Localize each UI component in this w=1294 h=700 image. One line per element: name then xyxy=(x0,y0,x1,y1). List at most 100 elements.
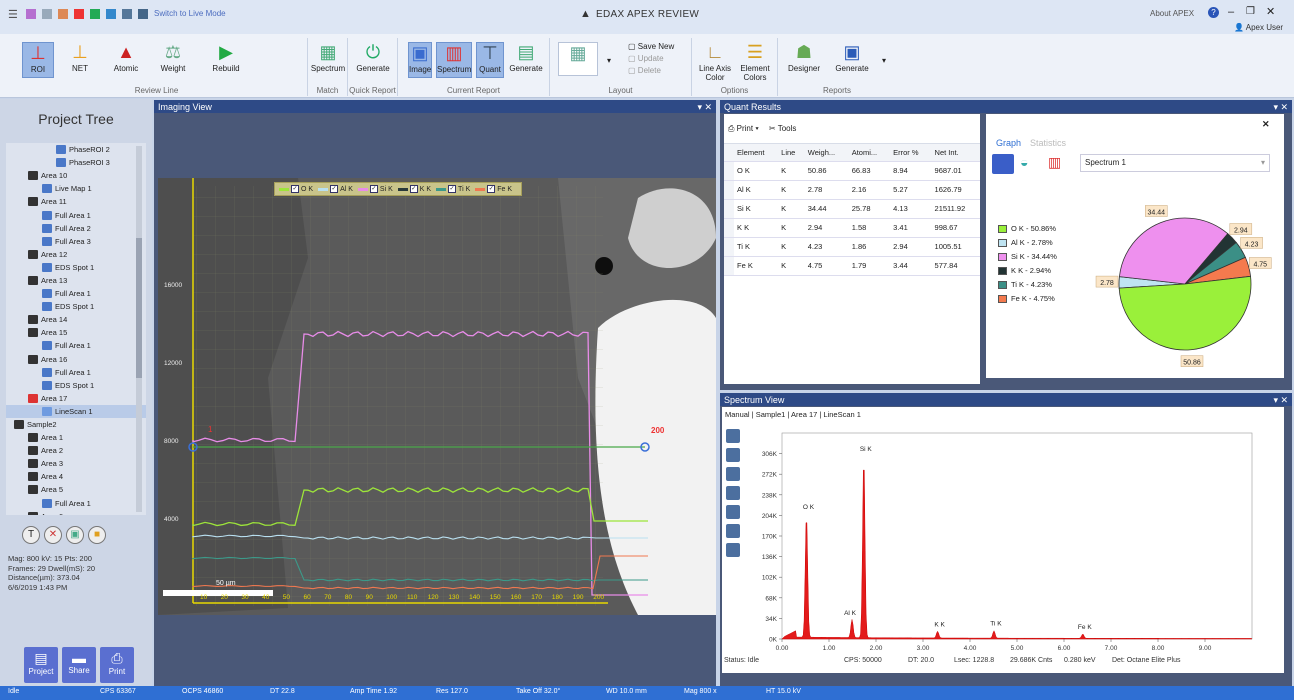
user-label[interactable]: 👤 Apex User xyxy=(1234,23,1283,32)
reports-generate-button[interactable]: ▣ Generate xyxy=(830,42,874,73)
column-header[interactable]: Error % xyxy=(890,144,932,162)
qat-settings-icon[interactable] xyxy=(42,9,52,19)
update-button[interactable]: ▢ Update xyxy=(628,54,664,63)
tree-item[interactable]: Live Map 1 xyxy=(6,182,146,195)
tree-item[interactable]: Full Area 2 xyxy=(6,222,146,235)
tree-item[interactable]: Area 5 xyxy=(6,483,146,496)
spectrum-match-button[interactable]: ▦ Spectrum xyxy=(310,42,346,73)
overlay-icon[interactable] xyxy=(726,505,740,519)
tree-item[interactable]: Area 11 xyxy=(6,195,146,208)
menu-icon[interactable]: ☰ xyxy=(8,8,18,21)
row-selector[interactable] xyxy=(724,237,734,257)
tree-item[interactable]: Area 12 xyxy=(6,248,146,261)
tree-item[interactable]: Area 6 xyxy=(6,510,146,515)
table-row[interactable]: Fe K K 4.75 1.79 3.44 577.84 xyxy=(724,256,980,276)
print-nav-button[interactable]: ⎙ Print xyxy=(100,647,134,683)
column-header[interactable]: Element xyxy=(734,144,779,162)
tree-item[interactable]: EDS Spot 1 xyxy=(6,261,146,274)
qat-chart-icon[interactable] xyxy=(58,9,68,19)
linescan-legend-item[interactable]: ✓ Fe K xyxy=(475,185,512,193)
graph-tab[interactable]: Graph xyxy=(996,138,1021,148)
checkbox-checked-icon[interactable]: ✓ xyxy=(330,185,339,193)
row-selector[interactable] xyxy=(724,180,734,200)
save-new-button[interactable]: ▢ Save New xyxy=(628,42,674,51)
share-button[interactable]: ▬ Share xyxy=(62,647,96,683)
table-icon[interactable] xyxy=(726,543,740,557)
tree-item[interactable]: Area 13 xyxy=(6,274,146,287)
tree-scrollbar[interactable] xyxy=(136,146,142,512)
tree-item[interactable]: Area 3 xyxy=(6,457,146,470)
graph-close-icon[interactable]: ✕ xyxy=(1262,119,1270,130)
quant-report-button[interactable]: ⊤ Quant xyxy=(476,42,504,78)
reports-dropdown-icon[interactable]: ▾ xyxy=(878,56,890,65)
checkbox-checked-icon[interactable]: ✓ xyxy=(291,185,299,193)
checkbox-checked-icon[interactable]: ✓ xyxy=(448,185,457,193)
column-header[interactable]: Net Int. xyxy=(931,144,980,162)
spectrum-select[interactable]: Spectrum 1 ▾ xyxy=(1080,154,1270,172)
quick-generate-button[interactable]: ⏻ Generate xyxy=(354,42,392,73)
table-row[interactable]: K K K 2.94 1.58 3.41 998.67 xyxy=(724,218,980,238)
linescan-legend-item[interactable]: ✓ K K xyxy=(397,185,431,193)
project-button[interactable]: ▤ Project xyxy=(24,647,58,683)
tree-item[interactable]: Full Area 1 xyxy=(6,366,146,379)
qat-marker-icon[interactable] xyxy=(74,9,84,19)
qat-grid-icon[interactable] xyxy=(122,9,132,19)
tree-item[interactable]: Area 16 xyxy=(6,353,146,366)
grid-toggle-icon[interactable] xyxy=(726,467,740,481)
row-selector[interactable] xyxy=(724,161,734,181)
table-row[interactable]: Si K K 34.44 25.78 4.13 21511.92 xyxy=(724,199,980,219)
tree-item[interactable]: Full Area 1 xyxy=(6,339,146,352)
peak-id-icon[interactable] xyxy=(726,486,740,500)
weight-button[interactable]: ⚖ Weight xyxy=(152,42,194,73)
bar-chart-icon[interactable]: ▥ xyxy=(1048,154,1070,174)
image-report-button[interactable]: ▣ Image xyxy=(408,42,432,78)
tree-item[interactable]: Area 1 xyxy=(6,431,146,444)
checkbox-checked-icon[interactable]: ✓ xyxy=(409,185,418,193)
linescan-legend-item[interactable]: ✓ Al K xyxy=(318,185,353,193)
restore-button[interactable]: ❐ xyxy=(1246,6,1255,17)
table-row[interactable]: Ti K K 4.23 1.86 2.94 1005.51 xyxy=(724,237,980,257)
sem-image[interactable]: 1 200 50 µm 16000 12000 8000 4000 10 20 30 40 5… xyxy=(158,178,716,615)
tree-item[interactable]: Full Area 1 xyxy=(6,287,146,300)
help-icon[interactable]: ? xyxy=(1208,7,1219,18)
tree-item[interactable]: PhaseROI 3 xyxy=(6,156,146,169)
close-button[interactable]: ✕ xyxy=(1266,5,1275,18)
tree-item[interactable]: Area 14 xyxy=(6,313,146,326)
spectrum-report-button[interactable]: ▥ Spectrum xyxy=(436,42,472,78)
switch-live-mode-link[interactable]: Switch to Live Mode xyxy=(154,9,226,18)
pie-chart-icon[interactable] xyxy=(992,154,1014,174)
minimize-button[interactable]: – xyxy=(1228,6,1234,18)
tree-item[interactable]: Area 17 xyxy=(6,392,146,405)
tree-item[interactable]: EDS Spot 1 xyxy=(6,300,146,313)
spectrum-pin-icon[interactable]: ▾ ✕ xyxy=(1273,395,1288,406)
folder-tool-icon[interactable]: ■ xyxy=(88,526,106,544)
tree-item[interactable]: Full Area 3 xyxy=(6,235,146,248)
linescan-legend-item[interactable]: ✓ Ti K xyxy=(436,185,470,193)
tree-item[interactable]: Area 15 xyxy=(6,326,146,339)
tree-item[interactable]: PhaseROI 2 xyxy=(6,143,146,156)
roi-button[interactable]: ⊥ ROI xyxy=(22,42,54,78)
checkbox-checked-icon[interactable]: ✓ xyxy=(369,185,378,193)
quant-pin-icon[interactable]: ▾ ✕ xyxy=(1273,102,1288,113)
net-button[interactable]: ⊥ NET xyxy=(64,42,96,73)
tree-scrollbar-thumb[interactable] xyxy=(136,238,142,378)
panel-pin-icon[interactable]: ▾ ✕ xyxy=(697,102,712,113)
tree-item[interactable]: EDS Spot 1 xyxy=(6,379,146,392)
delete-button[interactable]: ▢ Delete xyxy=(628,66,661,75)
tree-item[interactable]: Area 4 xyxy=(6,470,146,483)
column-header[interactable]: Atomi... xyxy=(848,144,891,162)
linescan-legend-item[interactable]: ✓ O K xyxy=(279,185,313,193)
table-row[interactable]: Al K K 2.78 2.16 5.27 1626.79 xyxy=(724,180,980,200)
delete-tool-icon[interactable]: ✕ xyxy=(44,526,62,544)
tree-item[interactable]: Sample2 xyxy=(6,418,146,431)
column-header[interactable]: Line xyxy=(778,144,805,162)
checkbox-checked-icon[interactable]: ✓ xyxy=(487,185,496,193)
tree-item[interactable]: Full Area 1 xyxy=(6,497,146,510)
layout-dropdown-icon[interactable]: ▾ xyxy=(602,56,616,65)
linescan-legend-item[interactable]: ✓ Si K xyxy=(357,185,393,193)
qat-save-icon[interactable] xyxy=(26,9,36,19)
about-link[interactable]: About APEX xyxy=(1150,9,1194,18)
statistics-tab[interactable]: Statistics xyxy=(1030,138,1066,148)
table-row[interactable]: O K K 50.86 66.83 8.94 9687.01 xyxy=(724,161,980,181)
qat-map-icon[interactable] xyxy=(106,9,116,19)
